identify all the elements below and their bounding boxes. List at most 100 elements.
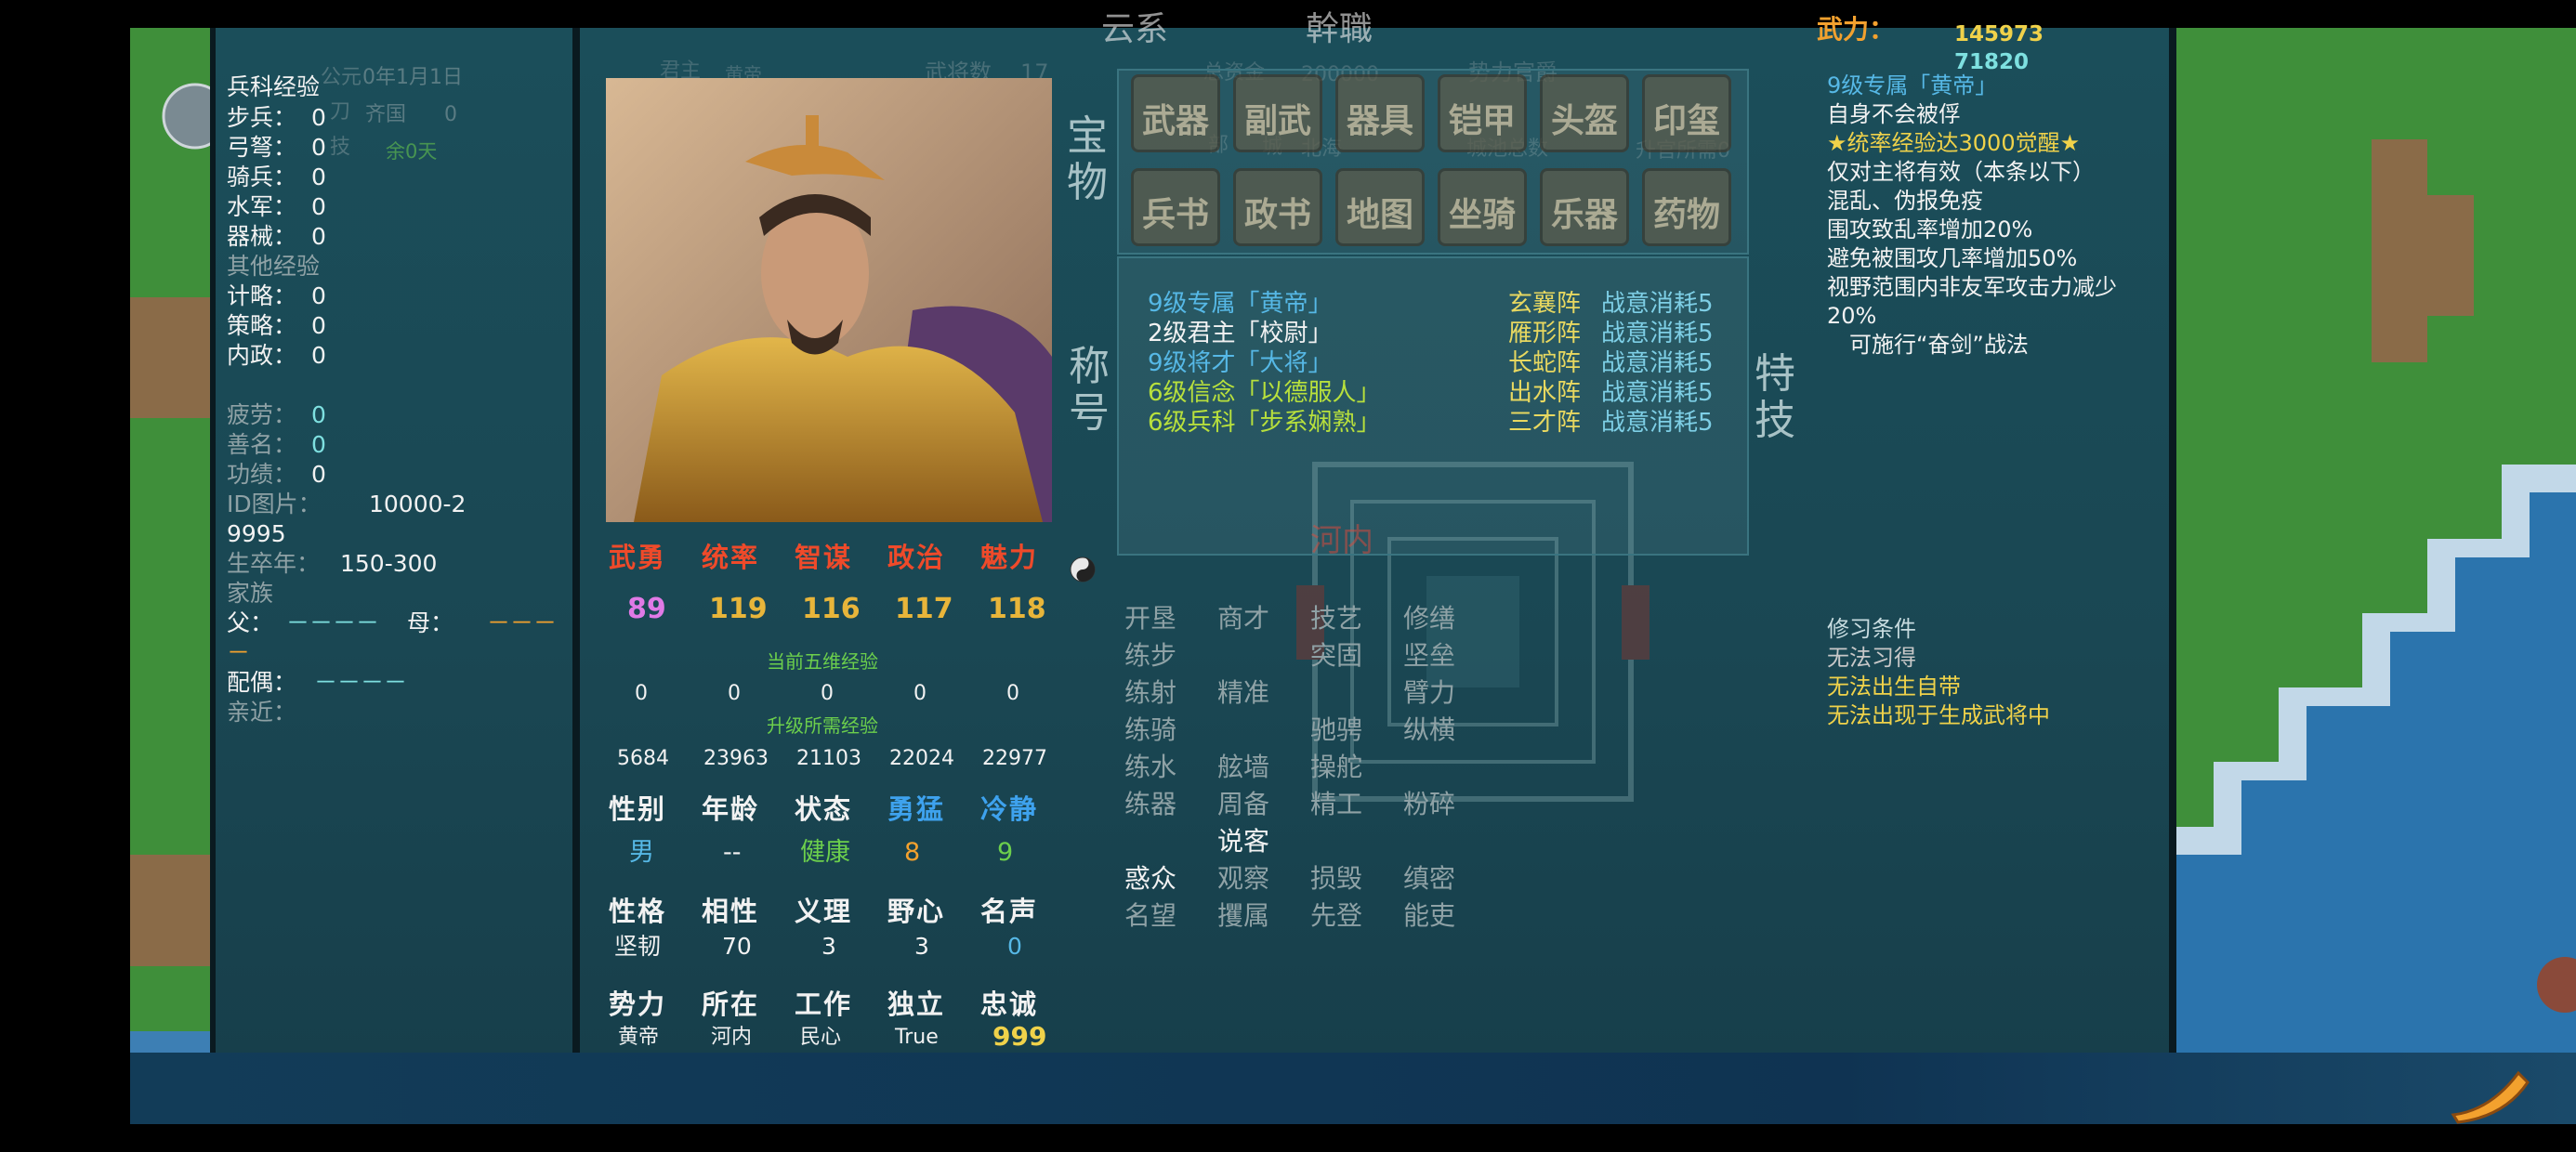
- skill-item[interactable]: 缜密: [1403, 866, 1455, 892]
- skill-item-active[interactable]: 惑众: [1124, 866, 1176, 892]
- stat-header-intelligence: 智谋: [795, 542, 853, 573]
- skill-item[interactable]: 商才: [1217, 606, 1269, 632]
- bg-frag2: 技: [330, 136, 351, 159]
- treasure-slot-seal[interactable]: 印玺: [1642, 74, 1731, 152]
- attr-header-ambition: 野心: [887, 896, 946, 927]
- skill-item[interactable]: 观察: [1217, 866, 1269, 892]
- force-value2: 71820: [1954, 50, 2030, 74]
- desc-line: 自身不会被俘: [1827, 101, 1961, 127]
- other-exp-label: 计略：: [227, 282, 297, 309]
- skill-item[interactable]: 驰骋: [1310, 717, 1362, 743]
- general-portrait: [606, 78, 1052, 522]
- intimate-label: 亲近：: [227, 699, 297, 726]
- stat-header-politics: 政治: [887, 542, 946, 573]
- title-item: 6级信念「以德服人」: [1148, 379, 1381, 407]
- need-exp-value: 5684: [617, 747, 669, 770]
- skill-item[interactable]: 修缮: [1403, 606, 1455, 632]
- cur-exp-value: 0: [635, 682, 648, 705]
- troop-exp-label: 步兵：: [227, 104, 297, 131]
- other-exp-value: 0: [311, 342, 326, 369]
- skill-item[interactable]: 名望: [1124, 903, 1176, 929]
- treasure-slot-instrument[interactable]: 乐器: [1540, 168, 1629, 246]
- skill-item[interactable]: 练射: [1124, 680, 1176, 706]
- attr-value-status: 健康: [800, 838, 850, 867]
- skill-item[interactable]: 损毁: [1310, 866, 1362, 892]
- skill-item[interactable]: 周备: [1217, 792, 1269, 818]
- treasure-slot-helmet[interactable]: 头盔: [1540, 74, 1629, 152]
- fatigue-label: 疲劳：: [227, 401, 297, 428]
- attr-value-affinity: 70: [722, 933, 752, 960]
- troop-exp-value: 0: [311, 223, 326, 250]
- skill-item-active[interactable]: 说客: [1217, 829, 1269, 855]
- treasure-slot-sub-weapon[interactable]: 副武: [1233, 74, 1322, 152]
- life-label: 生卒年：: [227, 550, 321, 577]
- stat-value-politics: 117: [895, 593, 953, 625]
- return-icon[interactable]: [2435, 1059, 2537, 1124]
- skill-item[interactable]: 练器: [1124, 792, 1176, 818]
- attr-header-location: 所在: [702, 988, 760, 1020]
- desc-line: 视野范围内非友军攻击力减少: [1827, 274, 2117, 300]
- treasure-slot-military-book[interactable]: 兵书: [1131, 168, 1220, 246]
- skill-item[interactable]: 先登: [1310, 903, 1362, 929]
- skill-item[interactable]: 攫属: [1217, 903, 1269, 929]
- skill-item[interactable]: 精准: [1217, 680, 1269, 706]
- formation-name: 三才阵: [1508, 409, 1582, 437]
- skill-item[interactable]: 操舵: [1310, 754, 1362, 780]
- attr-value-personality: 坚韧: [614, 933, 662, 960]
- treasure-slot-armor[interactable]: 铠甲: [1438, 74, 1527, 152]
- treasure-slot-map[interactable]: 地图: [1335, 168, 1425, 246]
- skill-item[interactable]: 练水: [1124, 754, 1176, 780]
- attr-header-fame: 名声: [980, 896, 1039, 927]
- merit-label: 功绩：: [227, 461, 297, 488]
- treasure-slot-medicine[interactable]: 药物: [1642, 168, 1731, 246]
- other-exp-value: 0: [311, 282, 326, 309]
- life-value: 150-300: [340, 550, 438, 577]
- cur-exp-label: 当前五维经验: [767, 650, 878, 673]
- skill-item[interactable]: 坚垒: [1403, 643, 1455, 669]
- stat-value-command: 119: [709, 593, 768, 625]
- game-screen: { "left_panel": { "bg_labels": ["公元", "0…: [0, 0, 2576, 1152]
- attr-value-calm: 9: [997, 838, 1014, 867]
- skill-item[interactable]: 舷墙: [1217, 754, 1269, 780]
- treasure-slot-tool[interactable]: 器具: [1335, 74, 1425, 152]
- titles-label: 称号: [1069, 343, 1110, 437]
- skill-item[interactable]: 粉碎: [1403, 792, 1455, 818]
- treasure-slot-politics-book[interactable]: 政书: [1233, 168, 1322, 246]
- attr-value-location: 河内: [711, 1026, 753, 1049]
- stat-header-charm: 魅力: [980, 542, 1039, 573]
- yinyang-icon[interactable]: [1069, 556, 1097, 583]
- skill-item[interactable]: 突固: [1310, 643, 1362, 669]
- family-label: 家族: [227, 580, 274, 607]
- skill-item[interactable]: 练骑: [1124, 717, 1176, 743]
- skill-item[interactable]: 练步: [1124, 643, 1176, 669]
- treasure-slot-label: 乐器: [1550, 196, 1618, 234]
- skill-item[interactable]: 精工: [1310, 792, 1362, 818]
- skill-item[interactable]: 纵横: [1403, 717, 1455, 743]
- treasure-slot-label: 头盔: [1550, 102, 1618, 140]
- desc-line: 混乱、伪报免疫: [1827, 188, 1983, 214]
- panel-divider: [572, 28, 580, 1054]
- treasure-slot-label: 坐骑: [1448, 196, 1516, 234]
- skill-item[interactable]: 开垦: [1124, 606, 1176, 632]
- treasure-slot-label: 药物: [1652, 196, 1720, 234]
- cur-exp-value: 0: [1006, 682, 1019, 705]
- special-skills-label: 特技: [1755, 350, 1795, 444]
- skill-item[interactable]: 能吏: [1403, 903, 1455, 929]
- skill-item[interactable]: 臂力: [1403, 680, 1455, 706]
- troop-exp-value: 0: [311, 164, 326, 190]
- attr-value-work: 民心: [800, 1026, 842, 1049]
- formation-cost: 战意消耗5: [1601, 379, 1714, 407]
- attr-header-righteousness: 义理: [795, 896, 853, 927]
- skill-item[interactable]: 技艺: [1310, 606, 1362, 632]
- panel-border-left: [210, 28, 216, 1054]
- treasure-slot-weapon[interactable]: 武器: [1131, 74, 1220, 152]
- title-item: 9级将才「大将」: [1148, 349, 1333, 377]
- desc-line: 仅对主将有效（本条以下）: [1827, 159, 2095, 185]
- stat-value-charm: 118: [988, 593, 1046, 625]
- cur-exp-value: 0: [728, 682, 741, 705]
- title-item: 9级专属「黄帝」: [1148, 290, 1333, 318]
- id-label: ID图片：: [227, 491, 322, 517]
- learn-cond-line: 无法习得: [1827, 645, 1916, 671]
- treasure-slot-mount[interactable]: 坐骑: [1438, 168, 1527, 246]
- treasure-slot-label: 器具: [1346, 102, 1413, 140]
